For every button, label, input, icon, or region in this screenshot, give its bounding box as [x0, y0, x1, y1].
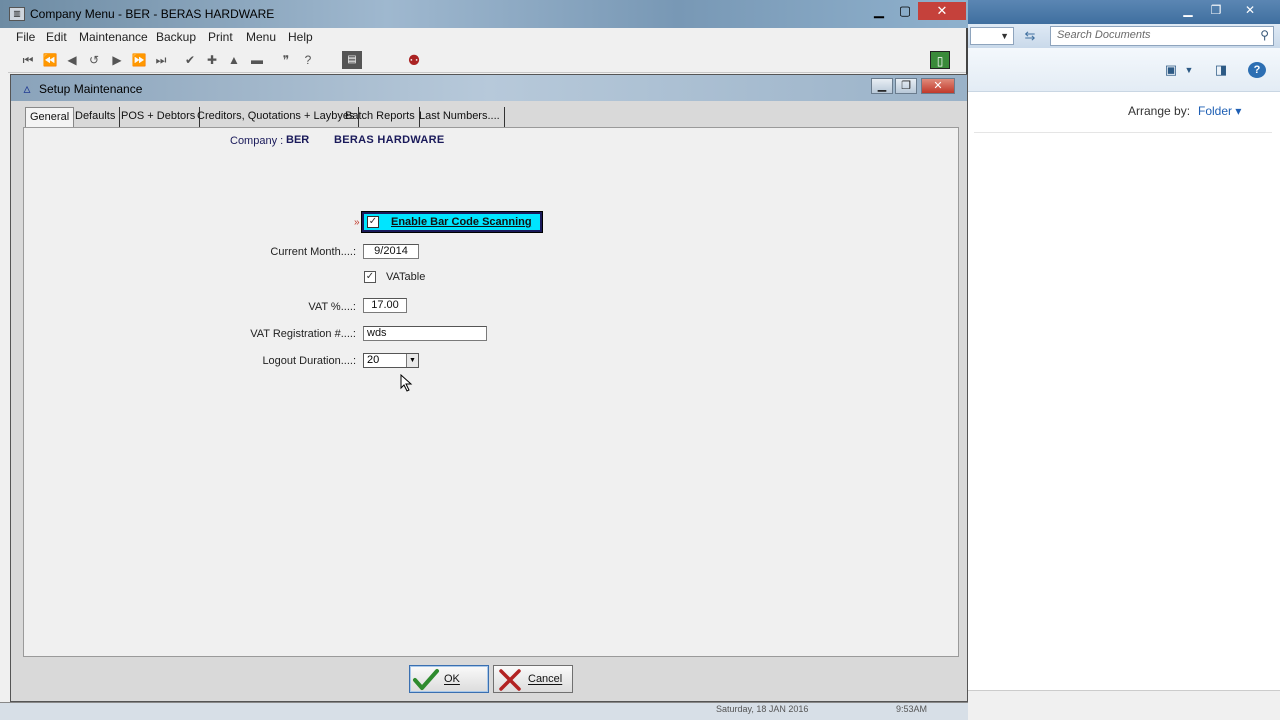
company-menu-window: ▥ Company Menu - BER - BERAS HARDWARE ▁ … — [0, 0, 968, 720]
menu-help[interactable]: Help — [288, 30, 313, 44]
restore-icon[interactable]: ❐ — [1202, 2, 1230, 18]
arrange-by-value: Folder — [1198, 104, 1233, 118]
mouse-cursor-icon — [400, 374, 413, 392]
cancel-button[interactable]: Cancel — [493, 665, 573, 693]
help-icon[interactable]: ? — [1248, 62, 1266, 78]
ok-button-label: OK — [444, 673, 460, 685]
chevron-down-icon[interactable]: ▼ — [406, 354, 418, 367]
ok-button[interactable]: OK — [409, 665, 489, 693]
logout-duration-value: 20 — [367, 354, 380, 366]
toolbar: ⏮ ⏪ ◀ ↺ ▶ ⏩ ⏭ ✔ ✚ ▲ ▬ ❞ ? ▤ ⚉ ▯ — [8, 47, 966, 73]
add-plus-icon[interactable]: ✚ — [202, 51, 222, 69]
rewind-icon[interactable]: ⏪ — [40, 51, 60, 69]
tab-general[interactable]: General — [25, 107, 75, 128]
close-icon[interactable]: ✕ — [918, 2, 966, 20]
menu-print[interactable]: Print — [208, 30, 233, 44]
status-bar: Saturday, 18 JAN 2016 9:53AM — [0, 702, 968, 720]
close-icon[interactable]: ✕ — [921, 78, 955, 94]
current-month-label: Current Month....: — [270, 246, 356, 258]
vat-percent-field[interactable]: 17.00 — [363, 298, 407, 313]
preview-pane-icon[interactable]: ◨ — [1212, 62, 1230, 78]
restore-icon[interactable]: ❐ — [895, 78, 917, 94]
setup-maintenance-window: ▵ Setup Maintenance ▁ ❐ ✕ General Defaul… — [10, 74, 968, 702]
last-record-icon[interactable]: ⏭ — [151, 51, 171, 69]
menu-file[interactable]: File — [16, 30, 35, 44]
focus-marker: » — [354, 217, 360, 228]
search-input[interactable]: Search Documents ⚲ — [1050, 26, 1274, 46]
company-code: BER — [286, 134, 310, 146]
vat-percent-label: VAT %....: — [308, 301, 356, 313]
main-titlebar: ▥ Company Menu - BER - BERAS HARDWARE ▁ … — [0, 0, 968, 28]
current-month-field[interactable]: 9/2014 — [363, 244, 419, 259]
explorer-toolbar: ▣ ▼ ◨ ? — [966, 48, 1280, 92]
cancel-x-icon — [499, 669, 521, 691]
minimize-icon[interactable]: ▁ — [1174, 2, 1202, 18]
fast-forward-icon[interactable]: ⏩ — [129, 51, 149, 69]
logout-duration-label: Logout Duration....: — [262, 355, 356, 367]
quote-icon[interactable]: ❞ — [276, 51, 296, 69]
company-label: Company : — [230, 135, 284, 147]
vatable-label: VATable — [386, 271, 426, 283]
arrange-by-dropdown[interactable]: Folder ▾ — [1198, 104, 1241, 118]
previous-icon[interactable]: ◀ — [62, 51, 82, 69]
logout-duration-select[interactable]: 20 ▼ — [363, 353, 419, 368]
explorer-titlebar: ▁ ❐ ✕ — [966, 0, 1280, 24]
setup-triangle-icon: ▵ — [23, 80, 31, 96]
checkbox-checked-icon[interactable]: ✓ — [367, 216, 379, 228]
first-record-icon[interactable]: ⏮ — [18, 51, 38, 69]
help-question-icon[interactable]: ? — [298, 51, 318, 69]
status-date: Saturday, 18 JAN 2016 — [716, 704, 809, 714]
maximize-icon[interactable]: ▢ — [890, 2, 920, 20]
tab-last-numbers[interactable]: Last Numbers.... — [415, 107, 505, 127]
explorer-status-bar — [966, 690, 1280, 720]
setup-titlebar: ▵ Setup Maintenance ▁ ❐ ✕ — [11, 75, 967, 101]
cancel-button-label: Cancel — [528, 673, 563, 685]
vat-registration-field[interactable]: wds — [363, 326, 487, 341]
tab-batch-reports[interactable]: Batch Reports — [341, 107, 420, 127]
exit-door-icon[interactable]: ▯ — [930, 51, 950, 69]
menu-backup[interactable]: Backup — [156, 30, 196, 44]
delete-minus-icon[interactable]: ▬ — [247, 51, 267, 69]
app-icon: ▥ — [9, 7, 25, 21]
window-title: Company Menu - BER - BERAS HARDWARE — [30, 7, 275, 21]
search-icon[interactable]: ⚲ — [1260, 28, 1269, 42]
tab-creditors-quotations-laybyes[interactable]: Creditors, Quotations + Laybyes — [193, 107, 360, 127]
search-placeholder: Search Documents — [1057, 29, 1151, 41]
view-options-icon[interactable]: ▣ — [1162, 62, 1180, 78]
chevron-down-icon[interactable]: ▼ — [1180, 62, 1198, 78]
up-arrow-icon[interactable]: ▲ — [224, 51, 244, 69]
calculator-icon[interactable]: ▤ — [342, 51, 362, 69]
vat-registration-label: VAT Registration #....: — [250, 328, 356, 340]
explorer-address-bar: ▼ ⇆ Search Documents ⚲ — [966, 24, 1280, 48]
refresh-icon[interactable]: ⇆ — [1022, 28, 1038, 44]
tab-defaults[interactable]: Defaults — [71, 107, 121, 127]
explorer-window: ▁ ❐ ✕ ▼ ⇆ Search Documents ⚲ ▣ ▼ ◨ ? Arr… — [966, 0, 1280, 720]
tab-pos-debtors[interactable]: POS + Debtors — [117, 107, 201, 127]
menu-bar: File Edit Maintenance Backup Print Menu … — [8, 28, 966, 47]
barcode-scanning-label: Enable Bar Code Scanning — [391, 216, 532, 228]
minimize-icon[interactable]: ▁ — [871, 78, 893, 94]
menu-edit[interactable]: Edit — [46, 30, 67, 44]
users-icon[interactable]: ⚉ — [404, 51, 424, 69]
close-icon[interactable]: ✕ — [1236, 2, 1264, 18]
arrange-by-label: Arrange by: — [1128, 104, 1191, 118]
undo-icon[interactable]: ↺ — [84, 51, 104, 69]
next-icon[interactable]: ▶ — [107, 51, 127, 69]
vatable-checkbox[interactable]: ✓ — [364, 271, 376, 283]
tab-strip: General Defaults POS + Debtors Creditors… — [25, 107, 955, 128]
ok-check-icon — [413, 669, 439, 690]
menu-menu[interactable]: Menu — [246, 30, 276, 44]
menu-maintenance[interactable]: Maintenance — [79, 30, 148, 44]
setup-title: Setup Maintenance — [39, 82, 143, 96]
general-tab-panel: Company : BER BERAS HARDWARE » ✓ Enable … — [23, 127, 959, 657]
status-time: 9:53AM — [896, 704, 928, 714]
company-name: BERAS HARDWARE — [334, 134, 445, 146]
address-dropdown[interactable]: ▼ — [970, 27, 1014, 45]
divider — [974, 132, 1272, 133]
barcode-scanning-checkbox[interactable]: ✓ Enable Bar Code Scanning — [361, 211, 543, 233]
confirm-check-icon[interactable]: ✔ — [180, 51, 200, 69]
